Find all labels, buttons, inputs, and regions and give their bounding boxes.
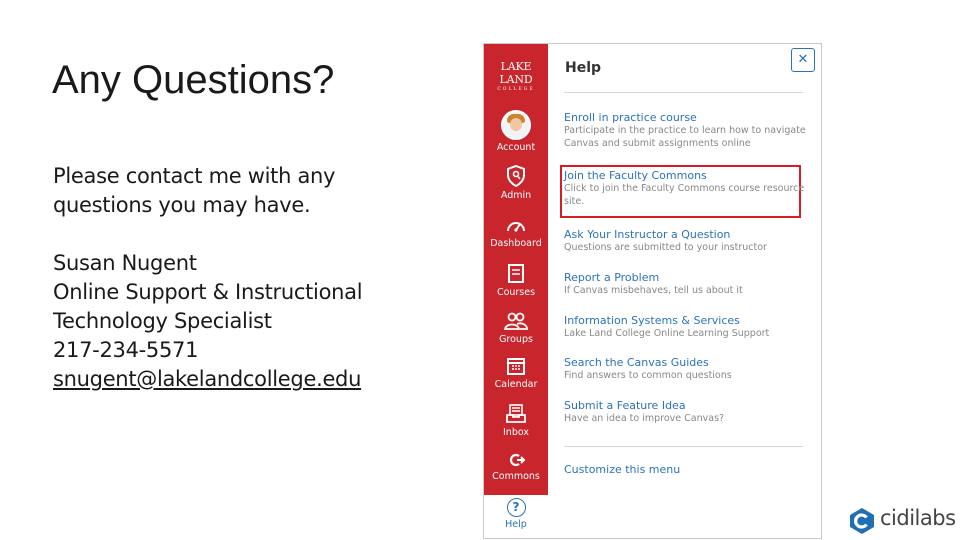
nav-label: Admin (500, 190, 532, 201)
nav-item-admin[interactable]: Admin (484, 164, 548, 201)
help-item-search-guides[interactable]: Search the Canvas Guides Find answers to… (564, 356, 802, 382)
contact-name: Susan Nugent (53, 251, 197, 275)
customize-menu-link[interactable]: Customize this menu (564, 463, 680, 476)
close-icon[interactable]: ✕ (791, 48, 815, 72)
calendar-icon (507, 358, 525, 375)
help-icon: ? (506, 498, 526, 517)
contact-phone: 217-234-5571 (53, 338, 199, 362)
shield-icon (507, 164, 525, 188)
help-item-feature-idea[interactable]: Submit a Feature Idea Have an idea to im… (564, 399, 802, 425)
nav-item-courses[interactable]: Courses (484, 263, 548, 298)
nav-item-commons[interactable]: Commons (484, 451, 548, 482)
inbox-icon (506, 404, 526, 423)
cidilabs-logo-icon (850, 508, 874, 534)
global-nav: LAKE LAND COLLEGE Account Admin Dashboar… (484, 44, 548, 538)
slide-title: Any Questions? (52, 58, 335, 102)
nav-label: Inbox (503, 427, 529, 438)
lake-land-logo[interactable]: LAKE LAND COLLEGE (484, 60, 548, 92)
contact-block: Please contact me with any questions you… (53, 162, 363, 394)
help-item-enroll[interactable]: Enroll in practice course Participate in… (564, 111, 806, 150)
avatar-icon (501, 110, 531, 140)
nav-label: Courses (496, 287, 536, 298)
groups-icon (503, 312, 528, 330)
nav-label: Groups (499, 334, 533, 345)
help-item-ask-instructor[interactable]: Ask Your Instructor a Question Questions… (564, 228, 802, 254)
nav-label: Help (505, 519, 527, 530)
contact-email-link[interactable]: snugent@lakelandcollege.edu (53, 367, 361, 391)
intro-text-line-1: Please contact me with any (53, 164, 336, 188)
nav-label: Dashboard (490, 238, 542, 249)
nav-label: Calendar (494, 379, 538, 390)
nav-item-calendar[interactable]: Calendar (484, 355, 548, 390)
nav-item-inbox[interactable]: Inbox (484, 403, 548, 438)
intro-text-line-2: questions you may have. (53, 193, 311, 217)
commons-icon (509, 453, 526, 467)
dashboard-icon (507, 222, 525, 232)
contact-role-line-2: Technology Specialist (53, 309, 272, 333)
help-item-report-problem[interactable]: Report a Problem If Canvas misbehaves, t… (564, 271, 802, 297)
nav-label: Account (496, 142, 536, 153)
canvas-help-screenshot: LAKE LAND COLLEGE Account Admin Dashboar… (483, 43, 822, 539)
nav-item-groups[interactable]: Groups (484, 310, 548, 345)
divider (564, 92, 803, 93)
help-item-info-systems[interactable]: Information Systems & Services Lake Land… (564, 314, 802, 340)
help-item-faculty-commons[interactable]: Join the Faculty Commons Click to join t… (564, 169, 804, 208)
courses-icon (508, 264, 524, 283)
contact-role-line-1: Online Support & Instructional (53, 280, 363, 304)
brand-name: cidilabs (880, 506, 956, 530)
help-tray-title: Help (565, 60, 602, 76)
nav-item-dashboard[interactable]: Dashboard (484, 216, 548, 249)
nav-item-account[interactable]: Account (484, 110, 548, 153)
divider (564, 446, 803, 447)
nav-label: Commons (492, 471, 540, 482)
nav-item-help[interactable]: ? Help (484, 495, 548, 538)
